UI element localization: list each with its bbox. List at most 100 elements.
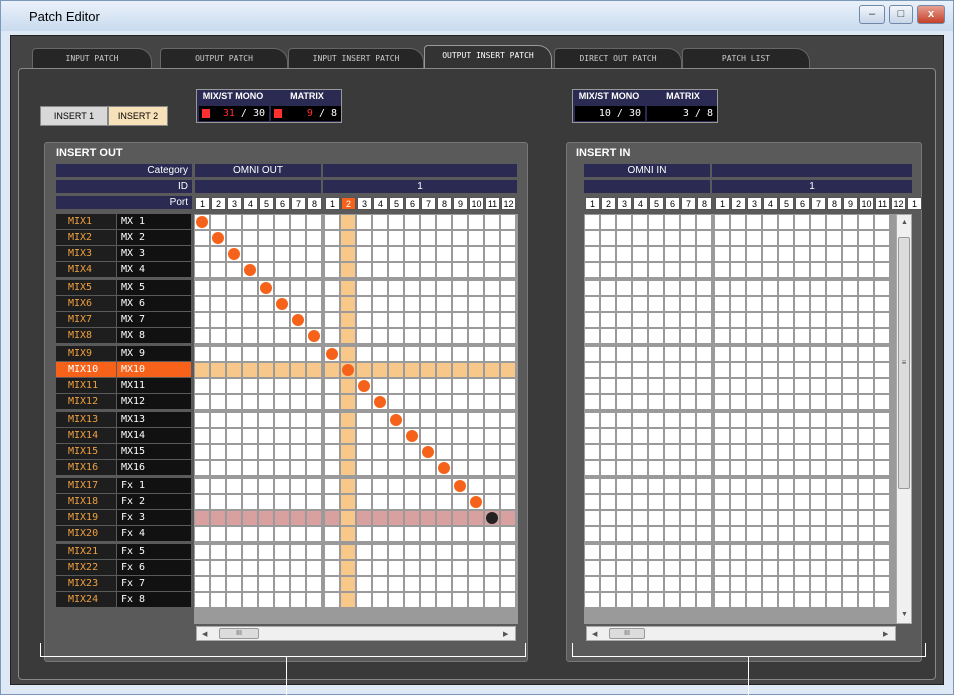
patch-cell[interactable] [211, 247, 225, 261]
patch-cell[interactable] [243, 445, 257, 459]
patch-cell[interactable] [291, 247, 305, 261]
patch-cell[interactable] [731, 313, 745, 327]
patch-cell[interactable] [259, 511, 273, 525]
patch-cell[interactable] [227, 495, 241, 509]
patch-cell[interactable] [341, 545, 355, 559]
patch-cell[interactable] [601, 511, 615, 525]
patch-cell[interactable] [275, 545, 289, 559]
patch-cell[interactable] [875, 263, 889, 277]
patch-cell[interactable] [421, 527, 435, 541]
patch-cell[interactable] [389, 329, 403, 343]
patch-cell[interactable] [341, 215, 355, 229]
patch-cell[interactable] [453, 231, 467, 245]
patch-cell[interactable] [763, 313, 777, 327]
patch-cell[interactable] [827, 329, 841, 343]
patch-cell[interactable] [633, 297, 647, 311]
patch-cell[interactable] [665, 395, 679, 409]
patch-cell[interactable] [763, 379, 777, 393]
patch-cell[interactable] [501, 297, 515, 311]
patch-cell[interactable] [485, 413, 499, 427]
patch-cell[interactable] [453, 329, 467, 343]
patch-cell[interactable] [633, 413, 647, 427]
patch-cell[interactable] [617, 263, 631, 277]
patch-cell[interactable] [731, 329, 745, 343]
patch-cell[interactable] [649, 297, 663, 311]
patch-cell[interactable] [437, 363, 451, 377]
patch-cell[interactable] [697, 313, 711, 327]
patch-cell[interactable] [843, 329, 857, 343]
patch-cell[interactable] [601, 347, 615, 361]
patch-cell[interactable] [501, 545, 515, 559]
patch-cell[interactable] [795, 263, 809, 277]
patch-cell[interactable] [811, 329, 825, 343]
channel-name[interactable]: MX 5 [117, 280, 191, 295]
patch-cell[interactable] [259, 395, 273, 409]
patch-cell[interactable] [211, 561, 225, 575]
patch-cell[interactable] [715, 561, 729, 575]
patch-cell[interactable] [601, 379, 615, 393]
patch-cell[interactable] [307, 379, 321, 393]
patch-cell[interactable] [405, 329, 419, 343]
patch-cell[interactable] [795, 363, 809, 377]
patch-cell[interactable] [469, 313, 483, 327]
patch-cell[interactable] [681, 363, 695, 377]
patch-cell[interactable] [211, 593, 225, 607]
patch-cell[interactable] [859, 329, 873, 343]
patch-cell[interactable] [795, 561, 809, 575]
patch-cell[interactable] [763, 215, 777, 229]
patch-cell[interactable] [453, 593, 467, 607]
patch-cell[interactable] [325, 461, 339, 475]
patch-cell[interactable] [827, 363, 841, 377]
patch-cell[interactable] [373, 247, 387, 261]
patch-cell[interactable] [357, 429, 371, 443]
patch-cell[interactable] [325, 395, 339, 409]
patch-cell[interactable] [501, 561, 515, 575]
patch-cell[interactable] [859, 297, 873, 311]
patch-cell[interactable] [875, 297, 889, 311]
channel-id[interactable]: MIX24 [56, 592, 116, 607]
patch-cell[interactable] [485, 379, 499, 393]
patch-cell[interactable] [469, 215, 483, 229]
patch-cell[interactable] [421, 297, 435, 311]
channel-id[interactable]: MIX5 [56, 280, 116, 295]
patch-cell[interactable] [405, 395, 419, 409]
patch-cell[interactable] [291, 429, 305, 443]
patch-cell[interactable] [389, 231, 403, 245]
patch-cell[interactable] [859, 281, 873, 295]
patch-cell[interactable] [779, 413, 793, 427]
insert-in-vscrollbar[interactable]: ▲ ≡ ▼ [896, 214, 912, 624]
patch-cell[interactable] [469, 281, 483, 295]
channel-name[interactable]: MX10 [117, 362, 191, 377]
patch-cell[interactable] [747, 445, 761, 459]
patch-cell[interactable] [763, 297, 777, 311]
patch-cell[interactable] [665, 313, 679, 327]
patch-cell[interactable] [763, 561, 777, 575]
patch-cell[interactable] [373, 545, 387, 559]
patch-cell[interactable] [731, 461, 745, 475]
patch-cell[interactable] [341, 511, 355, 525]
patch-cell[interactable] [827, 379, 841, 393]
patch-cell[interactable] [585, 247, 599, 261]
patch-cell[interactable] [243, 363, 257, 377]
patch-cell[interactable] [325, 545, 339, 559]
patch-cell[interactable] [875, 281, 889, 295]
patch-cell[interactable] [405, 231, 419, 245]
patch-cell[interactable] [259, 363, 273, 377]
patch-cell[interactable] [291, 263, 305, 277]
patch-cell[interactable] [665, 445, 679, 459]
patch-cell[interactable] [325, 445, 339, 459]
patch-cell[interactable] [485, 461, 499, 475]
patch-cell[interactable] [697, 461, 711, 475]
patch-cell[interactable] [437, 231, 451, 245]
patch-cell[interactable] [633, 429, 647, 443]
patch-cell[interactable] [859, 577, 873, 591]
patch-cell[interactable] [275, 379, 289, 393]
patch-cell[interactable] [275, 263, 289, 277]
patch-cell[interactable] [341, 379, 355, 393]
patch-cell[interactable] [421, 379, 435, 393]
patch-cell[interactable] [227, 363, 241, 377]
patch-cell[interactable] [649, 461, 663, 475]
patch-cell[interactable] [341, 297, 355, 311]
patch-dot[interactable] [292, 314, 304, 326]
patch-cell[interactable] [827, 527, 841, 541]
